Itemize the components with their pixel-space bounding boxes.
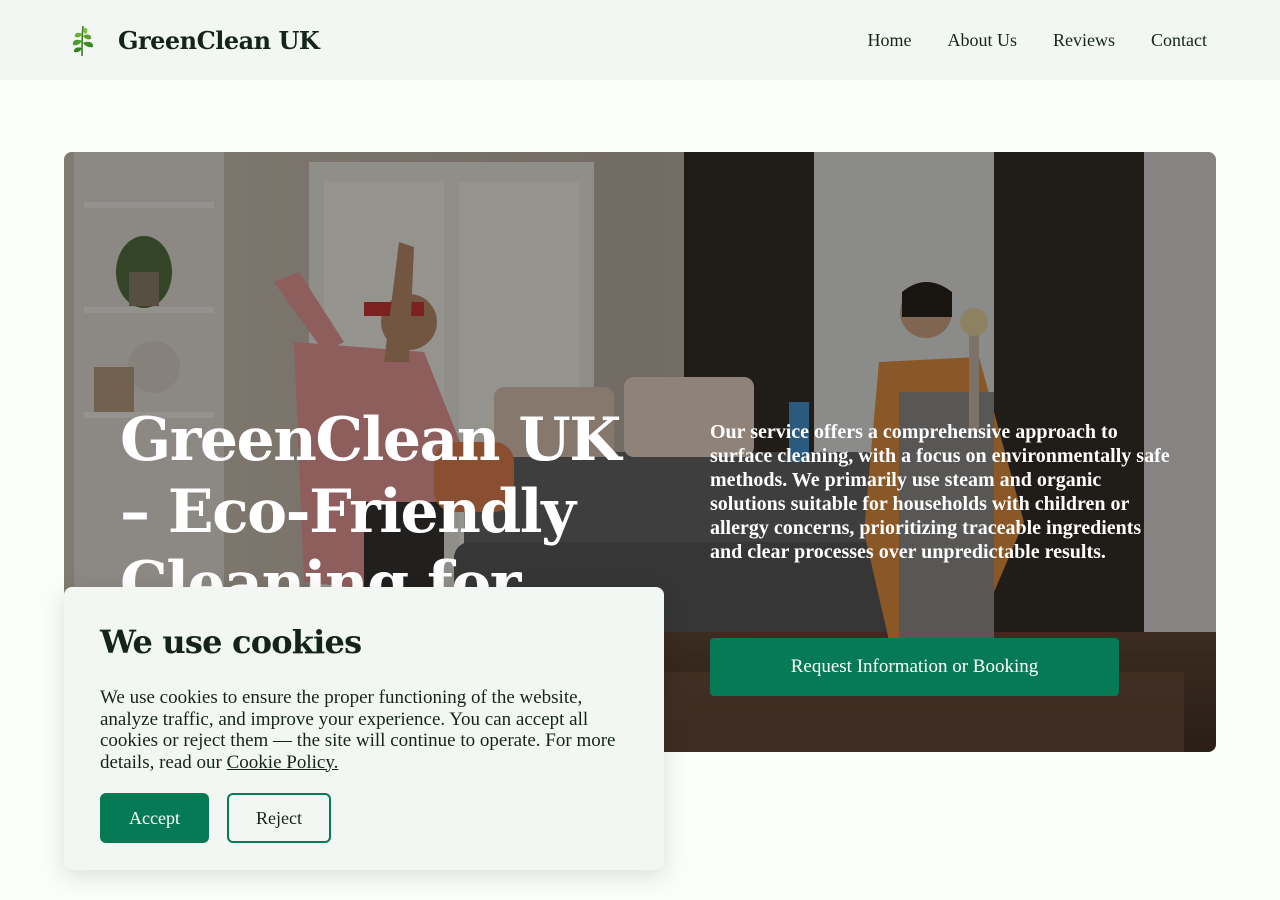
nav-reviews[interactable]: Reviews [1053,30,1115,51]
brand[interactable]: GreenClean UK [64,22,320,58]
cookie-actions: Accept Reject [100,793,628,843]
cookie-policy-link[interactable]: Cookie Policy. [227,752,339,773]
main-nav: Home About Us Reviews Contact [867,30,1207,51]
leaf-icon [72,25,94,57]
hero-description: Our service offers a comprehensive appro… [710,421,1170,563]
site-header: GreenClean UK Home About Us Reviews Cont… [0,0,1280,80]
nav-home[interactable]: Home [867,30,911,51]
cookie-banner: We use cookies We use cookies to ensure … [64,587,664,870]
request-booking-button[interactable]: Request Information or Booking [710,638,1119,696]
accept-cookies-button[interactable]: Accept [100,793,209,843]
nav-contact[interactable]: Contact [1151,30,1207,51]
reject-cookies-button[interactable]: Reject [227,793,331,843]
nav-about-us[interactable]: About Us [947,30,1017,51]
brand-name: GreenClean UK [118,25,320,55]
cookie-text-body: We use cookies to ensure the proper func… [100,687,616,773]
cookie-title: We use cookies [100,623,362,661]
cookie-text: We use cookies to ensure the proper func… [100,687,628,773]
